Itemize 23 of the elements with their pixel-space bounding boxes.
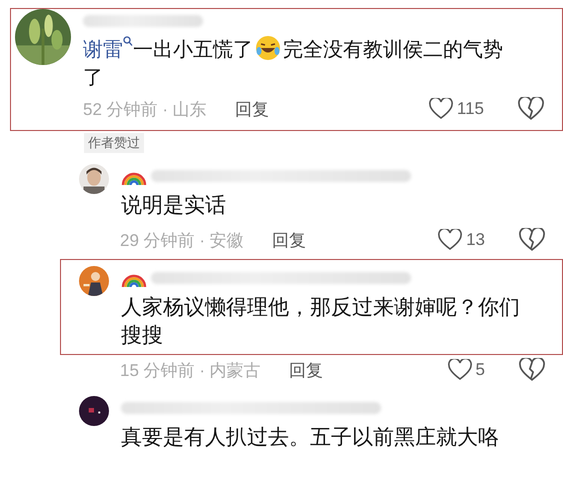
like-count: 115 — [456, 99, 484, 119]
like-count: 5 — [476, 360, 485, 380]
comment-text: 人家杨议懒得理他，那反过来谢婶呢？你们搜搜 — [121, 295, 521, 349]
like-count: 13 — [466, 230, 485, 250]
broken-heart-icon[interactable] — [518, 97, 544, 121]
heart-icon[interactable] — [448, 359, 472, 381]
laughing-emoji-icon — [255, 35, 281, 61]
mention-link[interactable]: 谢雷 — [83, 39, 133, 61]
comment-text: 谢雷 一出小五慌了 完全没有教训侯二的气势了 — [83, 35, 510, 92]
author-liked-badge: 作者赞过 — [84, 133, 144, 153]
comment-text: 真要是有人扒过去。五子以前黑庄就大咯 — [121, 425, 500, 451]
heart-icon[interactable] — [438, 229, 462, 251]
heart-icon[interactable] — [428, 98, 453, 120]
reply-link[interactable]: 回复 — [288, 358, 323, 382]
reply-link[interactable]: 回复 — [272, 228, 306, 252]
comment-time-location: 15 分钟前 · 内蒙古 — [120, 360, 261, 382]
broken-heart-icon[interactable] — [519, 228, 545, 252]
broken-heart-icon[interactable] — [519, 358, 545, 382]
comment-time-location: 52 分钟前 · 山东 — [83, 98, 207, 120]
search-icon — [123, 36, 133, 48]
reply-link[interactable]: 回复 — [234, 98, 269, 120]
comment-text: 说明是实话 — [121, 193, 227, 219]
comment-time-location: 29 分钟前 · 安徽 — [120, 230, 244, 252]
